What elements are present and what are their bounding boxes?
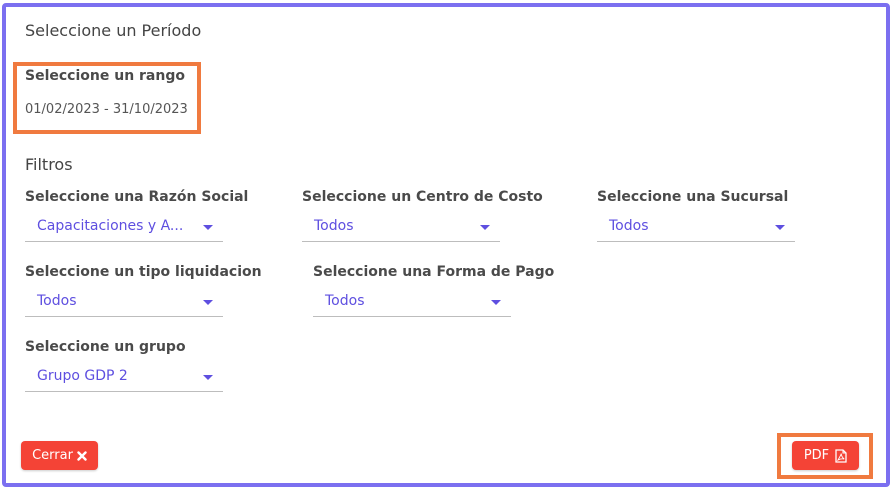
- caret-down-icon: [203, 300, 213, 305]
- centro-costo-filter: Seleccione un Centro de Costo Todos: [302, 189, 543, 242]
- pdf-file-icon: [835, 448, 847, 463]
- cerrar-button[interactable]: Cerrar: [21, 441, 98, 470]
- forma-pago-value: Todos: [325, 293, 365, 309]
- range-label: Seleccione un rango: [25, 68, 185, 84]
- cerrar-label: Cerrar: [32, 448, 73, 463]
- grupo-value: Grupo GDP 2: [37, 368, 128, 384]
- grupo-select[interactable]: Grupo GDP 2: [25, 368, 223, 392]
- caret-down-icon: [203, 225, 213, 230]
- forma-pago-filter: Seleccione una Forma de Pago Todos: [313, 264, 554, 317]
- caret-down-icon: [491, 300, 501, 305]
- forma-pago-label: Seleccione una Forma de Pago: [313, 264, 555, 280]
- sucursal-filter: Seleccione una Sucursal Todos: [597, 189, 795, 242]
- pdf-label: PDF: [803, 448, 830, 463]
- caret-down-icon: [480, 225, 490, 230]
- date-range-input[interactable]: 01/02/2023 - 31/10/2023: [25, 102, 188, 117]
- tipo-liquidacion-select[interactable]: Todos: [25, 293, 223, 317]
- centro-costo-label: Seleccione un Centro de Costo: [302, 189, 543, 205]
- filters-title: Filtros: [25, 155, 73, 174]
- sucursal-select[interactable]: Todos: [597, 218, 795, 242]
- tipo-liquidacion-filter: Seleccione un tipo liquidacion Todos: [25, 264, 262, 317]
- pdf-button[interactable]: PDF: [792, 441, 859, 470]
- razon-social-value: Capacitaciones y A...: [37, 218, 184, 234]
- forma-pago-select[interactable]: Todos: [313, 293, 511, 317]
- period-title: Seleccione un Período: [25, 21, 202, 40]
- tipo-liquidacion-label: Seleccione un tipo liquidacion: [25, 264, 262, 280]
- caret-down-icon: [203, 375, 213, 380]
- caret-down-icon: [775, 225, 785, 230]
- razon-social-select[interactable]: Capacitaciones y A...: [25, 218, 223, 242]
- centro-costo-value: Todos: [314, 218, 354, 234]
- centro-costo-select[interactable]: Todos: [302, 218, 500, 242]
- grupo-label: Seleccione un grupo: [25, 339, 186, 355]
- sucursal-value: Todos: [609, 218, 649, 234]
- razon-social-label: Seleccione una Razón Social: [25, 189, 249, 205]
- close-icon: [77, 450, 87, 461]
- razon-social-filter: Seleccione una Razón Social Capacitacion…: [25, 189, 248, 242]
- sucursal-label: Seleccione una Sucursal: [597, 189, 789, 205]
- tipo-liquidacion-value: Todos: [37, 293, 77, 309]
- grupo-filter: Seleccione un grupo Grupo GDP 2: [25, 339, 223, 392]
